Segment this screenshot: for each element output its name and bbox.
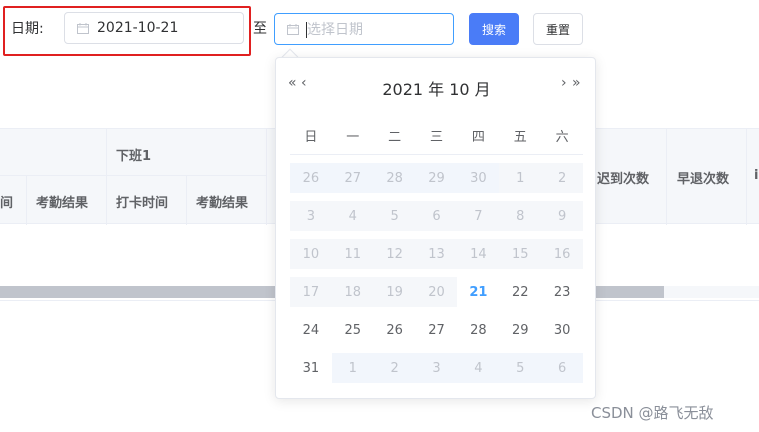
calendar-day: 17	[290, 277, 332, 307]
column-header-late-count: 迟到次数	[597, 172, 650, 187]
calendar-day[interactable]: 1	[331, 353, 374, 383]
calendar-day: 7	[457, 201, 500, 231]
picker-header-title: 2021 年 10 月	[382, 80, 491, 99]
calendar-day[interactable]: 3	[415, 353, 458, 383]
calendar-day[interactable]: 23	[541, 277, 583, 307]
end-date-placeholder: 选择日期	[307, 22, 363, 38]
date-picker-panel: « ‹ 2021 年 10 月 › » 日 一 二 三 四 五 六 26 27 28…	[275, 57, 596, 399]
calendar-day: 19	[373, 277, 416, 307]
calendar-day[interactable]: 31	[290, 353, 332, 383]
weekday-sun: 日	[304, 130, 318, 145]
calendar-day[interactable]: 27	[416, 315, 458, 345]
calendar-day[interactable]: 6	[541, 353, 584, 383]
calendar-week-row: 31 1 2 3 4 5 6	[290, 349, 584, 387]
calendar-day[interactable]: 27	[331, 163, 374, 193]
group-header-off-duty: 下班1	[116, 149, 152, 164]
calendar-week-row: 26 27 28 29 30 1 2	[290, 159, 584, 197]
column-header-result: 考勤结果	[36, 196, 89, 211]
header-divider	[0, 175, 266, 176]
calendar-day: 10	[290, 239, 332, 269]
calendar-day: 20	[415, 277, 458, 307]
column-divider	[186, 175, 187, 225]
calendar-day: 9	[541, 201, 584, 231]
calendar-day: 4	[331, 201, 374, 231]
calendar-day-grid: 26 27 28 29 30 1 2 3 4 5 6 7 8 9 10 11 12 13 14 15 16 17 18 19 2…	[290, 159, 584, 387]
calendar-day: 1	[499, 163, 542, 193]
weekday-header-row: 日 一 二 三 四 五 六	[290, 126, 583, 145]
column-divider	[26, 175, 27, 225]
start-date-input[interactable]: 2021-10-21	[64, 12, 244, 44]
column-header-punch-time: 打卡时间	[116, 196, 169, 211]
calendar-day-today[interactable]: 21	[457, 277, 499, 307]
calendar-day[interactable]: 30	[457, 163, 500, 193]
calendar-day[interactable]: 22	[499, 277, 541, 307]
calendar-day[interactable]: 26	[290, 163, 332, 193]
calendar-day: 16	[541, 239, 584, 269]
calendar-day: 5	[373, 201, 416, 231]
column-divider	[106, 129, 107, 225]
weekday-wed: 三	[430, 130, 444, 145]
calendar-day[interactable]: 2	[373, 353, 416, 383]
column-header: 间	[0, 196, 14, 211]
column-header-result: 考勤结果	[196, 196, 249, 211]
column-divider	[666, 129, 667, 225]
next-year-button[interactable]: »	[572, 75, 581, 91]
watermark: CSDN @路飞无敌	[591, 404, 714, 422]
weekday-tue: 二	[388, 130, 402, 145]
calendar-day[interactable]: 29	[415, 163, 458, 193]
calendar-day[interactable]: 26	[374, 315, 416, 345]
calendar-day: 2	[541, 163, 584, 193]
weekday-fri: 五	[513, 130, 527, 145]
calendar-day[interactable]: 4	[457, 353, 500, 383]
range-separator: 至	[253, 21, 267, 37]
column-divider	[746, 129, 747, 225]
calendar-week-row: 3456789	[290, 197, 584, 235]
search-button[interactable]: 搜索	[469, 13, 519, 45]
calendar-week-row: 24 25 26 27 28 29 30	[290, 311, 583, 349]
column-header-truncated: i	[754, 168, 759, 183]
weekday-divider	[290, 154, 583, 155]
weekday-sat: 六	[555, 130, 569, 145]
weekday-thu: 四	[471, 130, 485, 145]
calendar-day[interactable]: 24	[290, 315, 332, 345]
weekday-mon: 一	[346, 130, 360, 145]
column-divider	[266, 129, 267, 225]
calendar-day[interactable]: 28	[457, 315, 499, 345]
calendar-day: 12	[373, 239, 416, 269]
calendar-day: 6	[415, 201, 458, 231]
text-cursor	[306, 22, 307, 38]
next-month-button[interactable]: ›	[561, 75, 567, 91]
calendar-week-row: 17 18 19 20 21 22 23	[290, 273, 583, 311]
calendar-day[interactable]: 25	[332, 315, 374, 345]
calendar-day: 15	[499, 239, 542, 269]
calendar-day: 8	[499, 201, 542, 231]
calendar-icon	[287, 23, 299, 35]
reset-button[interactable]: 重置	[533, 13, 583, 45]
calendar-day: 14	[457, 239, 500, 269]
calendar-day: 11	[331, 239, 374, 269]
calendar-day: 3	[290, 201, 332, 231]
calendar-week-row: 10 11 12 13 14 15 16	[290, 235, 584, 273]
calendar-day[interactable]: 5	[499, 353, 542, 383]
date-label: 日期:	[11, 21, 44, 37]
calendar-day[interactable]: 28	[373, 163, 416, 193]
calendar-day: 18	[331, 277, 374, 307]
calendar-day: 13	[415, 239, 458, 269]
calendar-day[interactable]: 29	[499, 315, 541, 345]
end-date-input[interactable]: 选择日期	[274, 13, 454, 45]
calendar-day[interactable]: 30	[541, 315, 583, 345]
calendar-icon	[77, 22, 89, 34]
column-header-early-leave-count: 早退次数	[677, 172, 730, 187]
start-date-value: 2021-10-21	[97, 20, 179, 36]
